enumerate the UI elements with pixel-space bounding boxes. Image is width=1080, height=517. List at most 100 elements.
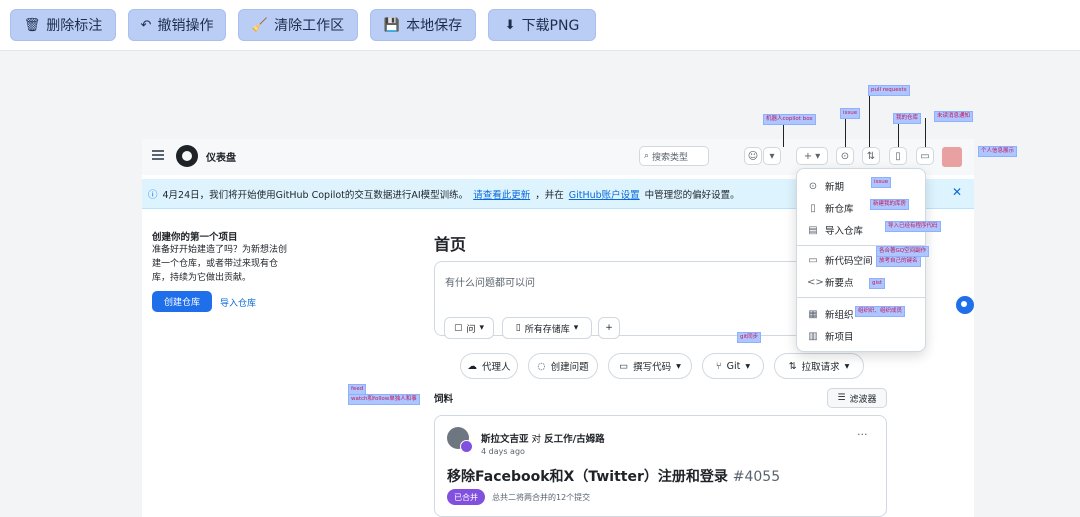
agent-pill[interactable]: ☁ 代理人 [460,353,518,379]
import-icon: ▤ [808,224,818,236]
menu-item-new-project[interactable]: ▥ 新项目 [797,325,925,347]
annotation-label[interactable]: 未读消息通知 [934,111,974,122]
download-icon: ⬇ [504,17,516,33]
comment-icon: ▢ [453,323,463,333]
menu-item-label: 新组织 [825,310,854,321]
more-icon[interactable]: ··· [857,428,868,441]
broom-icon: 🧹 [251,17,269,33]
card-desc: 总共二将两合并的12个提交 [492,493,591,502]
create-repo-button[interactable]: 创建仓库 [152,291,212,312]
ask-placeholder: 有什么问题都可以问 [445,278,535,289]
git-pill[interactable]: ⑂ Git ▾ [702,353,764,379]
chevron-down-icon[interactable]: ▾ [763,147,781,165]
card-user[interactable]: 斯拉文吉亚 [481,434,529,445]
write-code-pill[interactable]: ▭ 撰写代码 ▾ [608,353,692,379]
menu-item-label: 新代码空间 [825,256,873,267]
annotation-label[interactable]: 个人信息展示 [978,146,1018,157]
project-icon: ▥ [808,330,818,342]
chevron-down-icon: ▾ [844,360,850,372]
create-new-button[interactable]: + ▾ [796,147,828,165]
clear-workspace-button[interactable]: 🧹 清除工作区 [238,9,358,41]
dashboard-title: 仪表盘 [206,153,236,164]
menu-item-new-gist[interactable]: <> 新要点 [797,271,925,293]
first-project-title: 创建你的第一个项目 [152,232,238,243]
annotation-leader [898,120,899,147]
clear-workspace-label: 清除工作区 [274,18,345,34]
ask-mode-label: 问 [466,324,476,335]
trash-icon: 🗑 [23,17,41,33]
repo-select-label: 所有存储库 [524,324,570,335]
menu-item-label: 新期 [825,182,845,193]
chevron-down-icon: ▾ [745,360,751,372]
annotation-label[interactable]: 我的仓库 [893,113,922,124]
ask-mode-select[interactable]: ▢ 问 ▾ [444,317,494,339]
annotation-label[interactable]: watch和follow单独人和事 [348,394,420,405]
undo-label: 撤销操作 [157,18,214,34]
github-logo-icon[interactable] [176,145,198,167]
card-title[interactable]: 移除Facebook和X（Twitter）注册和登录 #4055 [447,466,780,486]
annotation-label[interactable]: git同步 [737,332,762,343]
copilot-fab-icon[interactable] [956,296,974,314]
banner-mid-text: ，并在 [535,189,564,201]
annotation-label[interactable]: 放考自己的键名 [876,256,921,267]
repo-select[interactable]: ▯ 所有存储库 ▾ [502,317,592,339]
menu-icon[interactable] [152,150,164,160]
card-action: 对 [531,434,542,445]
card-repo[interactable]: 反工作/古姆路 [544,434,604,445]
status-badge: 已合并 [447,489,485,505]
feed-title: 饲料 [434,394,454,405]
pull-request-icon: ⇅ [788,360,797,372]
annotation-label[interactable]: 导入已经有程序代码 [885,221,941,232]
create-issue-pill[interactable]: ◌ 创建问题 [528,353,598,379]
download-png-label: 下载PNG [521,18,580,34]
floppy-icon: 💾 [383,17,401,33]
banner-settings-link[interactable]: GitHub账户设置 [569,187,640,201]
code-icon: <> [807,276,824,288]
pull-request-pill[interactable]: ⇅ 拉取请求 ▾ [774,353,864,379]
annotation-label[interactable]: pull requests [868,85,910,96]
search-input[interactable]: ⌕ 搜索类型 [639,146,709,166]
delete-annotation-button[interactable]: 🗑 删除标注 [10,9,116,41]
import-repo-link[interactable]: 导入仓库 [220,296,256,309]
banner-update-link[interactable]: 请查看此更新 [473,187,530,201]
annotation-label[interactable]: 组织织、组织成员 [855,306,906,317]
local-save-button[interactable]: 💾 本地保存 [370,9,476,41]
menu-item-label: 新要点 [825,278,854,289]
issue-icon: ◌ [537,360,546,372]
annotation-label[interactable]: gist [869,278,886,289]
copilot-icon[interactable]: ☺ [744,147,762,165]
undo-button[interactable]: ↶ 撤销操作 [128,9,226,41]
inbox-icon[interactable]: ▭ [916,147,934,165]
filter-button[interactable]: ☰ 滤波器 [827,388,887,408]
close-icon[interactable]: ✕ [952,185,962,199]
download-png-button[interactable]: ⬇ 下载PNG [488,9,596,41]
card-time: 4 days ago [481,447,525,456]
add-context-button[interactable]: + [598,317,620,339]
menu-item-label: 新项目 [825,332,854,343]
banner-text: 4月24日，我们将开始使用GitHub Copilot的交互数据进行AI模型训练… [162,189,469,201]
organization-icon: ▦ [808,308,818,320]
annotation-leader [925,118,926,147]
pull-request-icon[interactable]: ⇅ [862,147,880,165]
delete-annotation-label: 删除标注 [46,18,103,34]
annotation-toolbar: 🗑 删除标注 ↶ 撤销操作 🧹 清除工作区 💾 本地保存 ⬇ 下载PNG [0,0,1080,51]
feed-card: 斯拉文吉亚 对 反工作/古姆路 4 days ago ··· 移除Faceboo… [434,415,887,517]
menu-item-new-issue[interactable]: ⊙ 新期 [797,175,925,197]
search-icon: ⌕ [644,151,650,161]
pull-request-label: 拉取请求 [801,362,840,373]
local-save-label: 本地保存 [406,18,463,34]
chevron-down-icon: ▾ [573,323,579,333]
annotation-label[interactable]: 新建我的库房 [870,199,910,210]
card-user-line: 斯拉文吉亚 对 反工作/古姆路 [481,431,605,445]
undo-icon: ↶ [140,17,152,33]
annotation-label[interactable]: issue [840,108,861,119]
annotation-label[interactable]: 机器人copilot box [763,114,816,125]
annotation-label[interactable]: issue [871,177,892,188]
copilot-badge-icon [460,440,473,453]
codespace-icon: ▭ [808,254,818,266]
repository-icon[interactable]: ▯ [889,147,907,165]
annotation-leader [845,115,846,147]
issues-icon[interactable]: ⊙ [836,147,854,165]
avatar[interactable] [942,147,962,167]
issue-icon: ⊙ [808,180,818,192]
